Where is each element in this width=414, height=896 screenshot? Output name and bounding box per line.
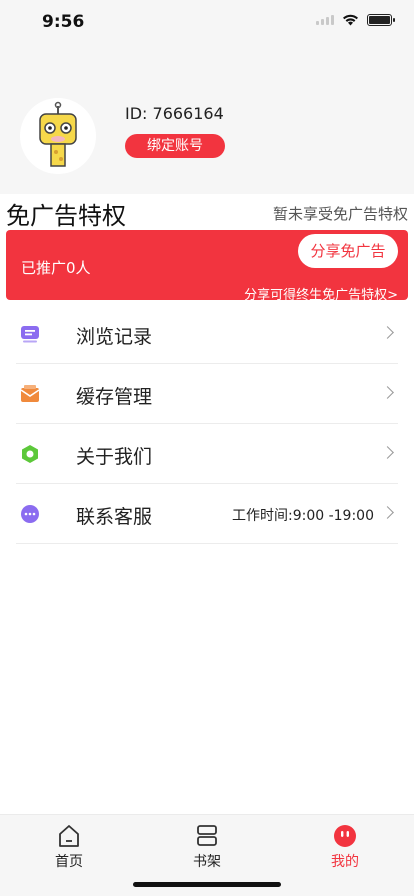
menu-label-customer-service: 联系客服 [76, 506, 153, 528]
status-bar: 9:56 [0, 0, 414, 44]
user-id: ID: 7666164 [125, 104, 224, 123]
tab-profile[interactable]: 我的 [276, 823, 414, 871]
chevron-right-icon [381, 326, 394, 339]
menu-item-customer-service[interactable]: 联系客服 工作时间:9:00 -19:00 [16, 484, 398, 544]
customer-service-icon [21, 505, 39, 523]
cache-icon [20, 385, 40, 402]
tab-home[interactable]: 首页 [0, 823, 138, 871]
bookshelf-icon [197, 825, 217, 846]
promotion-card: 已推广0人 分享免广告 分享可得终生免广告特权> [6, 230, 408, 303]
menu-label-about: 关于我们 [76, 446, 153, 468]
avatar[interactable] [20, 98, 96, 174]
home-icon [59, 825, 79, 847]
settings-menu: 浏览记录 缓存管理 关于我们 联系客服 工作时间:9:00 -19:00 [16, 304, 398, 544]
about-icon [22, 445, 38, 463]
tab-label-home: 首页 [55, 854, 83, 870]
cellular-signal-icon [316, 15, 334, 25]
history-icon [21, 326, 39, 343]
menu-item-history[interactable]: 浏览记录 [16, 304, 398, 364]
ad-free-status: 暂未享受免广告特权 [272, 205, 408, 223]
menu-item-cache[interactable]: 缓存管理 [16, 364, 398, 424]
status-icons [316, 14, 395, 26]
status-time: 9:56 [42, 12, 85, 32]
share-ad-free-button[interactable]: 分享免广告 [298, 234, 398, 268]
profile-header: ID: 7666164 绑定账号 [0, 44, 414, 194]
tab-bookshelf[interactable]: 书架 [138, 823, 276, 871]
tab-label-profile: 我的 [331, 854, 359, 870]
giraffe-avatar-icon [20, 98, 96, 174]
bind-account-button[interactable]: 绑定账号 [125, 134, 225, 158]
chevron-right-icon [381, 386, 394, 399]
home-indicator [133, 882, 281, 887]
menu-item-about[interactable]: 关于我们 [16, 424, 398, 484]
wifi-icon [343, 14, 358, 26]
chevron-right-icon [381, 506, 394, 519]
promoted-count: 已推广0人 [21, 259, 91, 277]
menu-label-cache: 缓存管理 [76, 386, 153, 408]
battery-icon [367, 14, 395, 26]
menu-label-history: 浏览记录 [76, 326, 153, 348]
tab-label-bookshelf: 书架 [193, 854, 221, 870]
ad-free-title: 免广告特权 [6, 202, 126, 230]
chevron-right-icon [381, 446, 394, 459]
service-hours: 工作时间:9:00 -19:00 [231, 508, 374, 524]
profile-icon [334, 825, 356, 847]
ad-free-note-link[interactable]: 分享可得终生免广告特权> [244, 284, 398, 303]
